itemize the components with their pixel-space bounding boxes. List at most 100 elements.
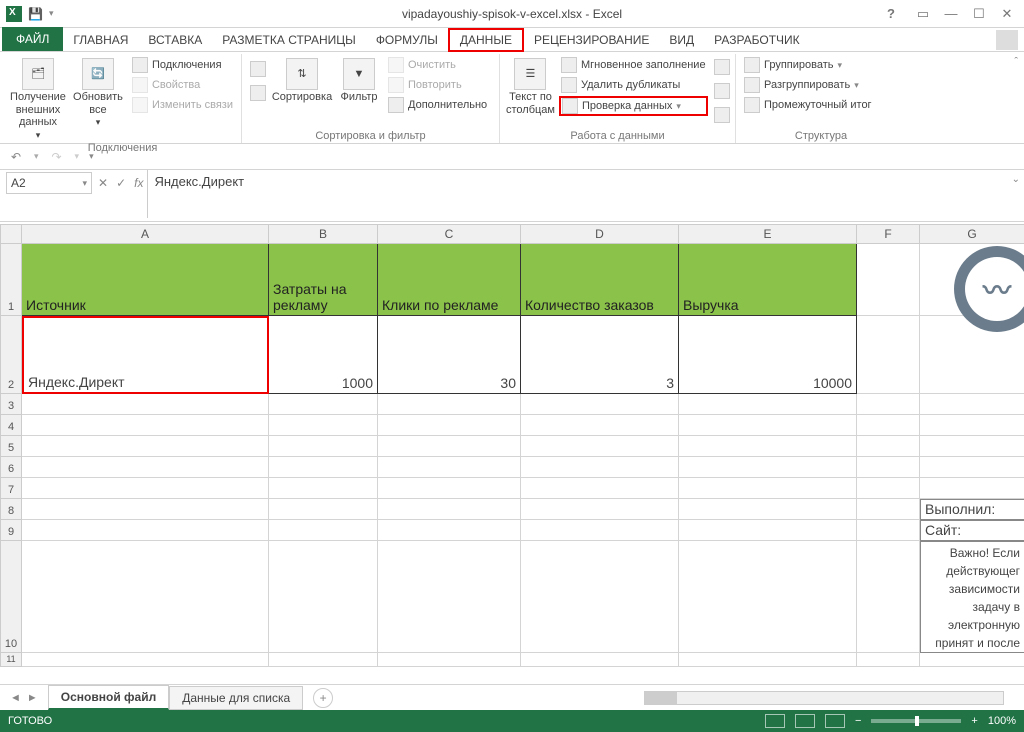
cell-f9[interactable] <box>857 520 920 541</box>
tab-page-layout[interactable]: РАЗМЕТКА СТРАНИЦЫ <box>212 29 366 51</box>
cell-c7[interactable] <box>378 478 521 499</box>
row-header-7[interactable]: 7 <box>0 478 22 499</box>
cell-d4[interactable] <box>521 415 679 436</box>
cell-e6[interactable] <box>679 457 857 478</box>
row-header-6[interactable]: 6 <box>0 457 22 478</box>
tab-formulas[interactable]: ФОРМУЛЫ <box>366 29 448 51</box>
cell-g11[interactable] <box>920 653 1024 667</box>
collapse-ribbon-icon[interactable]: ˆ <box>1014 56 1018 68</box>
cell-e10[interactable] <box>679 541 857 653</box>
ribbon-display-icon[interactable]: ▭ <box>910 4 936 24</box>
name-box[interactable]: A2▾ <box>6 172 92 194</box>
cell-b8[interactable] <box>269 499 378 520</box>
cell-b11[interactable] <box>269 653 378 667</box>
qat-dropdown-icon[interactable]: ▾ <box>49 8 54 19</box>
cancel-formula-icon[interactable]: ✕ <box>98 176 108 190</box>
cell-g5[interactable] <box>920 436 1024 457</box>
cell-e8[interactable] <box>679 499 857 520</box>
row-header-3[interactable]: 3 <box>0 394 22 415</box>
cell-a10[interactable] <box>22 541 269 653</box>
cell-e7[interactable] <box>679 478 857 499</box>
cell-d3[interactable] <box>521 394 679 415</box>
view-page-layout-button[interactable] <box>795 714 815 728</box>
cell-f10[interactable] <box>857 541 920 653</box>
redo-button[interactable]: ↷ <box>49 149 65 165</box>
cell-c9[interactable] <box>378 520 521 541</box>
namebox-dropdown-icon[interactable]: ▾ <box>82 178 87 189</box>
tab-home[interactable]: ГЛАВНАЯ <box>63 29 138 51</box>
col-header-f[interactable]: F <box>857 224 920 244</box>
col-header-g[interactable]: G <box>920 224 1024 244</box>
view-normal-button[interactable] <box>765 714 785 728</box>
tab-data[interactable]: ДАННЫЕ <box>448 28 524 52</box>
sheet-tab-main[interactable]: Основной файл <box>48 685 169 710</box>
cell-d6[interactable] <box>521 457 679 478</box>
cell-d8[interactable] <box>521 499 679 520</box>
cell-c10[interactable] <box>378 541 521 653</box>
row-header-1[interactable]: 1 <box>0 244 22 316</box>
maximize-icon[interactable]: ☐ <box>966 4 992 24</box>
formula-bar-input[interactable]: Яндекс.Директ ⌄ <box>147 170 1024 218</box>
relationships-button[interactable] <box>712 106 732 124</box>
cell-g8[interactable]: Выполнил: <box>920 499 1024 520</box>
cell-a1[interactable]: Источник <box>22 244 269 316</box>
col-header-c[interactable]: C <box>378 224 521 244</box>
cell-g10[interactable]: Важно! Если действующег зависимости зада… <box>920 541 1024 653</box>
row-header-4[interactable]: 4 <box>0 415 22 436</box>
sort-button[interactable]: ⇅ Сортировка <box>272 56 332 104</box>
cell-c6[interactable] <box>378 457 521 478</box>
cell-e4[interactable] <box>679 415 857 436</box>
undo-button[interactable]: ↶ <box>8 149 24 165</box>
advanced-filter-button[interactable]: Дополнительно <box>386 96 489 114</box>
zoom-level[interactable]: 100% <box>988 715 1016 727</box>
get-external-data-button[interactable]: 🗂 Получение внешних данных▾ <box>10 56 66 140</box>
accept-formula-icon[interactable]: ✓ <box>116 176 126 190</box>
whatif-button[interactable] <box>712 82 732 100</box>
cell-e5[interactable] <box>679 436 857 457</box>
tab-review[interactable]: РЕЦЕНЗИРОВАНИЕ <box>524 29 659 51</box>
cell-a4[interactable] <box>22 415 269 436</box>
cell-c3[interactable] <box>378 394 521 415</box>
qat-save-icon[interactable]: 💾 <box>28 7 43 21</box>
cell-b10[interactable] <box>269 541 378 653</box>
cell-f2[interactable] <box>857 316 920 394</box>
cell-b4[interactable] <box>269 415 378 436</box>
cell-e2[interactable]: 10000 <box>679 316 857 394</box>
row-header-9[interactable]: 9 <box>0 520 22 541</box>
remove-duplicates-button[interactable]: Удалить дубликаты <box>559 76 708 94</box>
cell-f7[interactable] <box>857 478 920 499</box>
cell-c5[interactable] <box>378 436 521 457</box>
cell-f11[interactable] <box>857 653 920 667</box>
subtotal-button[interactable]: Промежуточный итог <box>742 96 874 114</box>
ungroup-button[interactable]: Разгруппировать ▾ <box>742 76 874 94</box>
sheet-tab-list-data[interactable]: Данные для списка <box>169 686 303 710</box>
zoom-slider[interactable] <box>871 719 961 723</box>
cell-f5[interactable] <box>857 436 920 457</box>
cell-g4[interactable] <box>920 415 1024 436</box>
cell-b1[interactable]: Затраты на рекламу <box>269 244 378 316</box>
horizontal-scrollbar[interactable] <box>644 691 1004 705</box>
cell-a5[interactable] <box>22 436 269 457</box>
cell-b7[interactable] <box>269 478 378 499</box>
cell-e9[interactable] <box>679 520 857 541</box>
cell-d1[interactable]: Количество заказов <box>521 244 679 316</box>
filter-button[interactable]: ▼ Фильтр <box>336 56 382 104</box>
cell-f1[interactable] <box>857 244 920 316</box>
row-header-10[interactable]: 10 <box>0 541 22 653</box>
row-header-2[interactable]: 2 <box>0 316 22 394</box>
cell-c11[interactable] <box>378 653 521 667</box>
cell-c1[interactable]: Клики по рекламе <box>378 244 521 316</box>
flash-fill-button[interactable]: Мгновенное заполнение <box>559 56 708 74</box>
sheet-nav-first-icon[interactable]: ◄ <box>10 692 21 704</box>
col-header-d[interactable]: D <box>521 224 679 244</box>
data-validation-button[interactable]: Проверка данных ▾ <box>559 96 708 116</box>
consolidate-button[interactable] <box>712 58 732 76</box>
row-header-11[interactable]: 11 <box>0 653 22 667</box>
cell-a3[interactable] <box>22 394 269 415</box>
cell-b2[interactable]: 1000 <box>269 316 378 394</box>
cell-g9[interactable]: Сайт: <box>920 520 1024 541</box>
row-header-8[interactable]: 8 <box>0 499 22 520</box>
zoom-out-button[interactable]: − <box>855 715 861 727</box>
connections-button[interactable]: Подключения <box>130 56 235 74</box>
sort-asc-button[interactable] <box>248 60 268 78</box>
